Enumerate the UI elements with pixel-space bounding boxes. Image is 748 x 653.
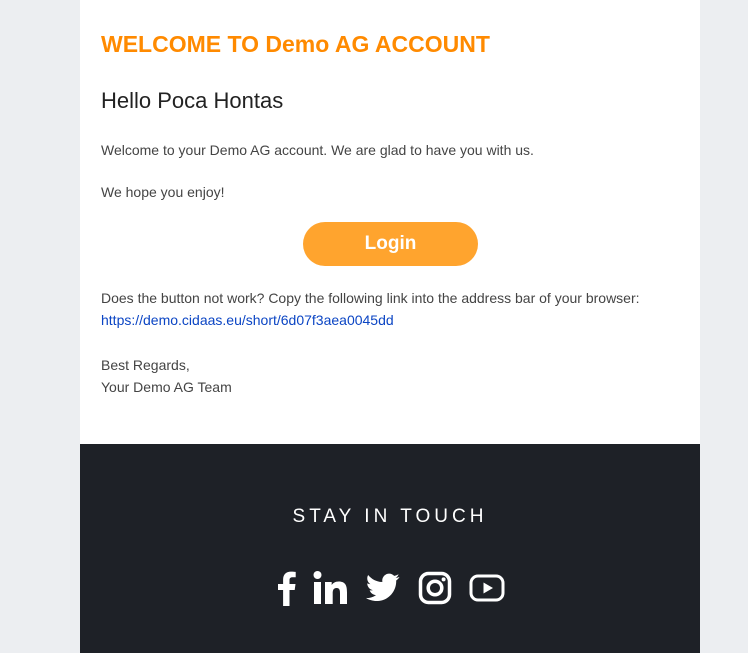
youtube-icon[interactable] (469, 570, 505, 606)
signature: Best Regards, Your Demo AG Team (101, 354, 232, 398)
email-body: WELCOME TO Demo AG ACCOUNT Hello Poca Ho… (80, 0, 700, 444)
facebook-icon[interactable] (274, 570, 298, 606)
regards-line: Best Regards, (101, 357, 190, 373)
twitter-icon[interactable] (365, 570, 401, 606)
team-line: Your Demo AG Team (101, 379, 232, 395)
greeting: Hello Poca Hontas (101, 88, 284, 113)
fallback-text: Does the button not work? Copy the follo… (101, 290, 640, 306)
linkedin-icon[interactable] (313, 570, 349, 606)
stay-in-touch-heading: STAY IN TOUCH (292, 506, 488, 527)
email-container: WELCOME TO Demo AG ACCOUNT Hello Poca Ho… (80, 0, 700, 653)
welcome-paragraph: Welcome to your Demo AG account. We are … (101, 142, 534, 158)
login-link[interactable]: https://demo.cidaas.eu/short/6d07f3aea00… (101, 312, 394, 328)
enjoy-paragraph: We hope you enjoy! (101, 184, 225, 200)
instagram-icon[interactable] (418, 570, 452, 606)
email-title: WELCOME TO Demo AG ACCOUNT (101, 31, 490, 57)
login-button[interactable]: Login (303, 222, 478, 266)
footer: STAY IN TOUCH (80, 444, 700, 653)
